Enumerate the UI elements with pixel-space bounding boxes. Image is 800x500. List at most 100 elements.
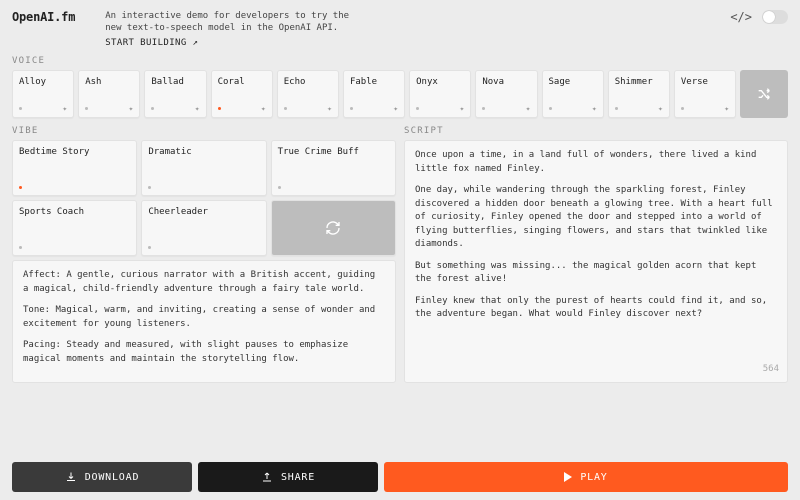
voice-card-shimmer[interactable]: Shimmer ✦ bbox=[608, 70, 670, 118]
voice-label: VOICE bbox=[0, 54, 800, 70]
selection-dot bbox=[148, 186, 151, 189]
voice-name: Alloy bbox=[19, 77, 67, 87]
char-count: 564 bbox=[763, 363, 779, 377]
sparkle-icon: ✦ bbox=[592, 104, 597, 113]
sparkle-icon: ✦ bbox=[261, 104, 266, 113]
voice-dot-row: ✦ bbox=[218, 104, 266, 113]
play-icon bbox=[564, 472, 572, 482]
voice-name: Nova bbox=[482, 77, 530, 87]
vibe-name: Dramatic bbox=[148, 147, 259, 157]
selection-dot bbox=[284, 107, 287, 110]
theme-toggle[interactable] bbox=[762, 10, 788, 24]
vibe-name: Sports Coach bbox=[19, 207, 130, 217]
voice-dot-row: ✦ bbox=[416, 104, 464, 113]
voice-name: Echo bbox=[284, 77, 332, 87]
voice-dot-row: ✦ bbox=[549, 104, 597, 113]
voice-dot-row: ✦ bbox=[85, 104, 133, 113]
prompt-pacing: Pacing: Steady and measured, with slight… bbox=[23, 339, 385, 366]
selection-dot bbox=[19, 107, 22, 110]
voice-card-nova[interactable]: Nova ✦ bbox=[475, 70, 537, 118]
sparkle-icon: ✦ bbox=[195, 104, 200, 113]
vibe-grid: Bedtime Story Dramatic True Crime Buff Spor… bbox=[12, 140, 396, 256]
sparkle-icon: ✦ bbox=[658, 104, 663, 113]
voice-name: Ash bbox=[85, 77, 133, 87]
voice-dot-row: ✦ bbox=[482, 104, 530, 113]
selection-dot bbox=[19, 246, 22, 249]
vibe-prompt-box[interactable]: Affect: A gentle, curious narrator with … bbox=[12, 260, 396, 383]
voice-dot-row: ✦ bbox=[19, 104, 67, 113]
voice-card-sage[interactable]: Sage ✦ bbox=[542, 70, 604, 118]
selection-dot bbox=[278, 186, 281, 189]
voice-name: Coral bbox=[218, 77, 266, 87]
download-button[interactable]: DOWNLOAD bbox=[12, 462, 192, 492]
voice-card-verse[interactable]: Verse ✦ bbox=[674, 70, 736, 118]
logo: OpenAI.fm bbox=[12, 10, 75, 24]
shuffle-icon bbox=[756, 86, 772, 102]
selection-dot bbox=[151, 107, 154, 110]
prompt-affect: Affect: A gentle, curious narrator with … bbox=[23, 269, 385, 296]
code-icon[interactable]: </> bbox=[730, 10, 752, 24]
script-box[interactable]: Once upon a time, in a land full of wond… bbox=[404, 140, 788, 383]
prompt-tone: Tone: Magical, warm, and inviting, creat… bbox=[23, 304, 385, 331]
sparkle-icon: ✦ bbox=[459, 104, 464, 113]
download-icon bbox=[65, 471, 77, 483]
sparkle-icon: ✦ bbox=[62, 104, 67, 113]
play-button[interactable]: PLAY bbox=[384, 462, 788, 492]
download-label: DOWNLOAD bbox=[85, 472, 140, 483]
refresh-icon bbox=[325, 220, 341, 236]
start-building-link[interactable]: START BUILDING ↗ bbox=[105, 38, 355, 48]
voice-name: Sage bbox=[549, 77, 597, 87]
script-label: SCRIPT bbox=[404, 126, 788, 140]
share-icon bbox=[261, 471, 273, 483]
selection-dot bbox=[148, 246, 151, 249]
selection-dot bbox=[350, 107, 353, 110]
voice-card-onyx[interactable]: Onyx ✦ bbox=[409, 70, 471, 118]
sparkle-icon: ✦ bbox=[327, 104, 332, 113]
voice-name: Onyx bbox=[416, 77, 464, 87]
selection-dot bbox=[549, 107, 552, 110]
voice-name: Shimmer bbox=[615, 77, 663, 87]
voice-name: Fable bbox=[350, 77, 398, 87]
vibe-name: Cheerleader bbox=[148, 207, 259, 217]
voice-row: Alloy✦Ash✦Ballad✦Coral✦Echo✦Fable✦Onyx✦N… bbox=[0, 70, 800, 126]
voice-card-alloy[interactable]: Alloy ✦ bbox=[12, 70, 74, 118]
vibe-card-bedtime-story[interactable]: Bedtime Story bbox=[12, 140, 137, 196]
voice-card-fable[interactable]: Fable ✦ bbox=[343, 70, 405, 118]
vibe-name: Bedtime Story bbox=[19, 147, 130, 157]
selection-dot bbox=[85, 107, 88, 110]
voice-dot-row: ✦ bbox=[284, 104, 332, 113]
voice-card-echo[interactable]: Echo ✦ bbox=[277, 70, 339, 118]
script-p3: But something was missing... the magical… bbox=[415, 260, 777, 287]
tagline-block: An interactive demo for developers to tr… bbox=[105, 10, 355, 48]
script-p1: Once upon a time, in a land full of wond… bbox=[415, 149, 777, 176]
vibe-label: VIBE bbox=[12, 126, 396, 140]
voice-card-ash[interactable]: Ash ✦ bbox=[78, 70, 140, 118]
tagline: An interactive demo for developers to tr… bbox=[105, 10, 355, 34]
vibe-card-dramatic[interactable]: Dramatic bbox=[141, 140, 266, 196]
vibe-card-true-crime-buff[interactable]: True Crime Buff bbox=[271, 140, 396, 196]
voice-dot-row: ✦ bbox=[151, 104, 199, 113]
voice-name: Ballad bbox=[151, 77, 199, 87]
voice-dot-row: ✦ bbox=[681, 104, 729, 113]
selection-dot bbox=[615, 107, 618, 110]
sparkle-icon: ✦ bbox=[724, 104, 729, 113]
selection-dot bbox=[482, 107, 485, 110]
header: OpenAI.fm An interactive demo for develo… bbox=[0, 0, 800, 54]
script-p2: One day, while wandering through the spa… bbox=[415, 184, 777, 252]
selection-dot bbox=[416, 107, 419, 110]
voice-dot-row: ✦ bbox=[350, 104, 398, 113]
selection-dot bbox=[19, 186, 22, 189]
share-button[interactable]: SHARE bbox=[198, 462, 378, 492]
share-label: SHARE bbox=[281, 472, 315, 483]
voice-card-ballad[interactable]: Ballad ✦ bbox=[144, 70, 206, 118]
play-label: PLAY bbox=[580, 472, 607, 483]
selection-dot bbox=[681, 107, 684, 110]
voice-name: Verse bbox=[681, 77, 729, 87]
voice-card-coral[interactable]: Coral ✦ bbox=[211, 70, 273, 118]
voice-dot-row: ✦ bbox=[615, 104, 663, 113]
vibe-shuffle-button[interactable] bbox=[271, 200, 396, 256]
vibe-card-cheerleader[interactable]: Cheerleader bbox=[141, 200, 266, 256]
vibe-card-sports-coach[interactable]: Sports Coach bbox=[12, 200, 137, 256]
voice-shuffle-button[interactable] bbox=[740, 70, 788, 118]
sparkle-icon: ✦ bbox=[129, 104, 134, 113]
